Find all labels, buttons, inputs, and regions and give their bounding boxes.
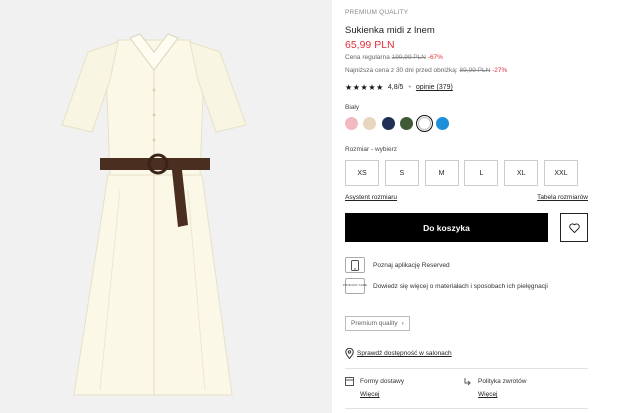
size-option-l[interactable]: L <box>464 160 499 186</box>
premium-quality-label: Premium quality <box>351 320 398 327</box>
dress-illustration <box>0 0 332 413</box>
divider <box>345 368 588 369</box>
delivery-label: Formy dostawy <box>360 378 405 385</box>
lowest-price-row: Najniższa cena z 30 dni przed obniżką: 8… <box>345 67 507 74</box>
heart-icon <box>568 222 580 233</box>
rating-row: ★★★★★ 4,8/5 • opinie (379) <box>345 83 453 92</box>
add-to-cart-button[interactable]: Do koszyka <box>345 213 548 242</box>
size-option-xl[interactable]: XL <box>504 160 539 186</box>
return-arrow-icon <box>464 378 471 386</box>
product-title: Sukienka midi z lnem <box>345 25 435 36</box>
color-swatch[interactable] <box>345 117 358 130</box>
size-option-m[interactable]: M <box>424 160 459 186</box>
lowest-price-label: Najniższa cena z 30 dni przed obniżką: <box>345 67 458 74</box>
rating-value: 4,8/5 <box>387 84 404 91</box>
lowest-discount: -27% <box>492 67 508 74</box>
premium-tag: PREMIUM QUALITY <box>345 9 409 16</box>
size-option-xs[interactable]: XS <box>345 160 379 186</box>
size-option-xxl[interactable]: XXL <box>543 160 578 186</box>
rating-separator: • <box>408 84 411 91</box>
color-swatch[interactable] <box>436 117 450 130</box>
app-info-text: Poznaj aplikację Reserved <box>373 261 450 269</box>
returns-label: Polityka zwrotów <box>478 378 527 385</box>
divider <box>345 408 588 409</box>
color-swatch[interactable] <box>399 117 413 130</box>
size-option-s[interactable]: S <box>384 160 419 186</box>
app-info-row[interactable]: Poznaj aplikację Reserved <box>345 257 450 273</box>
product-panel: PREMIUM QUALITY Sukienka midi z lnem 65,… <box>343 0 588 413</box>
product-image[interactable] <box>0 0 332 413</box>
chevron-right-icon: › <box>401 320 404 327</box>
location-pin-icon <box>345 348 354 359</box>
delivery-block[interactable]: Formy dostawy Więcej <box>345 377 404 398</box>
premium-quality-button[interactable]: Premium quality › <box>345 316 410 331</box>
size-table-link[interactable]: Tabela rozmiarów <box>537 194 588 201</box>
product-price: 65,99 PLN <box>345 39 395 51</box>
product-care-text: Dowiedz się więcej o materiałach i sposo… <box>373 282 548 290</box>
box-icon <box>345 377 354 386</box>
regular-price-row: Cena regularna 199,99 PLN -67% <box>345 54 443 61</box>
color-swatch[interactable] <box>416 115 434 132</box>
product-care-row[interactable]: PRODUCT CARE Dowiedz się więcej o materi… <box>343 278 548 294</box>
product-care-icon: PRODUCT CARE <box>343 278 367 294</box>
phone-icon <box>345 257 365 273</box>
size-assistant-link[interactable]: Asystent rozmiaru <box>345 194 397 201</box>
regular-discount: -67% <box>427 54 443 61</box>
store-availability-text: Sprawdź dostępność w salonach <box>357 350 452 357</box>
size-label: Rozmiar - wybierz <box>345 146 398 153</box>
color-swatches <box>345 115 455 132</box>
lowest-price: 89,99 PLN <box>459 67 491 74</box>
rating-stars-icon: ★★★★★ <box>345 83 384 92</box>
size-options: XS S M L XL XXL <box>345 160 578 186</box>
color-swatch[interactable] <box>363 117 377 130</box>
regular-price-label: Cena regularna <box>345 54 390 61</box>
color-swatch[interactable] <box>381 117 395 130</box>
delivery-more-link[interactable]: Więcej <box>360 391 404 398</box>
reviews-link[interactable]: opinie (379) <box>416 84 453 91</box>
wishlist-button[interactable] <box>560 213 588 242</box>
returns-block[interactable]: Polityka zwrotów Więcej <box>463 377 526 398</box>
returns-more-link[interactable]: Więcej <box>478 391 526 398</box>
store-availability-link[interactable]: Sprawdź dostępność w salonach <box>345 348 452 359</box>
color-label: Biały <box>345 104 360 111</box>
regular-price: 199,99 PLN <box>391 54 426 61</box>
